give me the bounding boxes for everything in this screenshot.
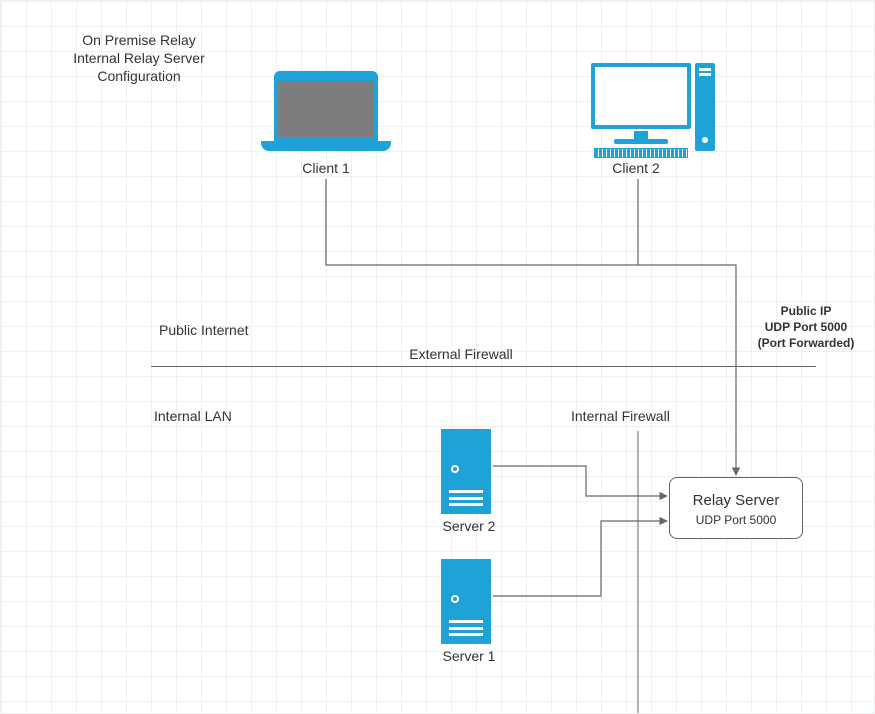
external-firewall-line [151, 366, 816, 367]
server-icon [441, 429, 491, 514]
diagram-title: On Premise Relay Internal Relay Server C… [49, 31, 229, 86]
relay-server-subtitle: UDP Port 5000 [670, 513, 802, 527]
server1-label: Server 1 [419, 647, 519, 665]
server-icon [441, 559, 491, 644]
relay-server-title: Relay Server [670, 492, 802, 509]
laptop-icon [261, 71, 391, 151]
public-ip-note: Public IP UDP Port 5000 (Port Forwarded) [741, 303, 871, 352]
internal-lan-label: Internal LAN [154, 407, 232, 425]
diagram-canvas: On Premise Relay Internal Relay Server C… [0, 0, 875, 714]
external-firewall-label: External Firewall [351, 345, 571, 363]
relay-server-box: Relay Server UDP Port 5000 [669, 477, 803, 539]
internal-firewall-label: Internal Firewall [571, 407, 670, 425]
server2-label: Server 2 [419, 517, 519, 535]
client1-label: Client 1 [261, 159, 391, 177]
public-internet-label: Public Internet [159, 321, 249, 339]
desktop-icon [571, 63, 711, 158]
client2-label: Client 2 [566, 159, 706, 177]
